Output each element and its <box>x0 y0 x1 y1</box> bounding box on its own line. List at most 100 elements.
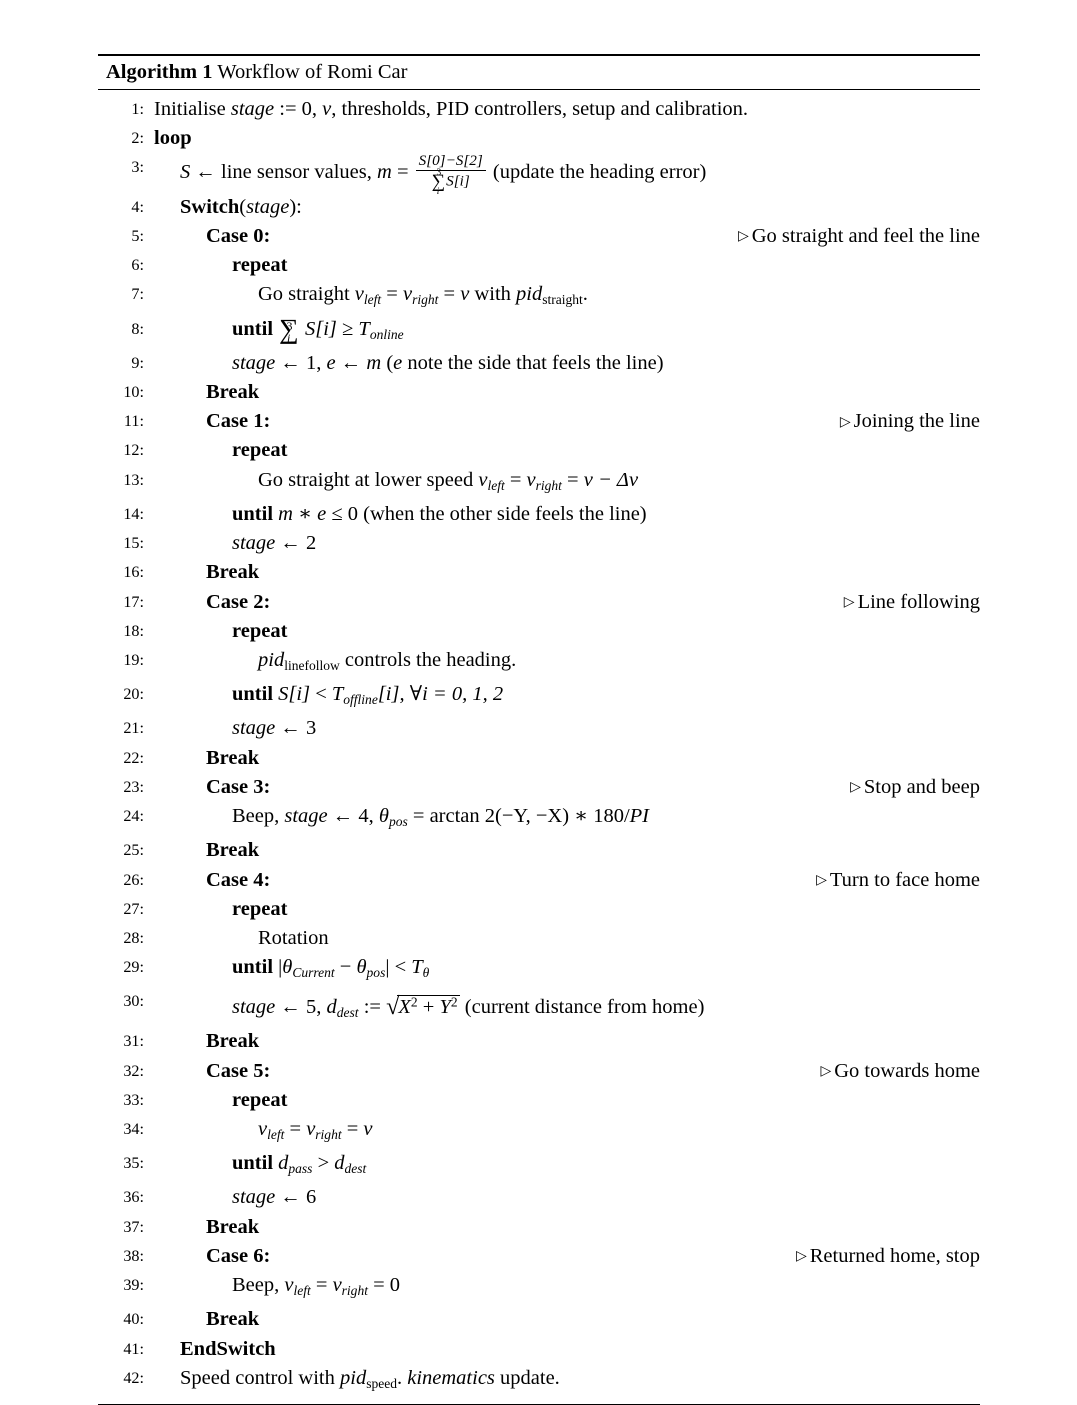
case-label-6: Case 6: <box>206 1244 271 1267</box>
line-content: Case 5: <box>154 1057 270 1086</box>
triangle-right-icon: ▷ <box>816 872 827 888</box>
line-content: Break <box>154 1027 259 1056</box>
algorithm-line-13: 13: Go straight at lower speed v left = v… <box>98 466 980 500</box>
algorithm-line-41: 41: EndSwitch <box>98 1335 980 1364</box>
line-content: repeat <box>154 895 287 924</box>
text-speed-control: Speed control with <box>180 1366 335 1389</box>
line-content: repeat <box>154 1086 287 1115</box>
text-go-straight: Go straight <box>258 283 350 306</box>
keyword-until: until <box>232 1152 274 1175</box>
line-number: 32: <box>123 1061 144 1080</box>
line-content: S ← line sensor values, m = S[0]−S[2] ∑ 3 i… <box>154 152 706 197</box>
line-content: until ∑ 3 i S[i] ≥ Tonline <box>154 315 404 349</box>
var-m: m <box>278 502 293 525</box>
pid-subscript: speed <box>366 1375 397 1391</box>
equals-op-2: = <box>567 468 579 491</box>
line-number: 14: <box>123 504 144 523</box>
line-number: 23: <box>123 777 144 796</box>
arrow-assign: ← 3 <box>280 717 317 740</box>
d-dest-subscript: dest <box>336 1005 359 1021</box>
comment-text: Returned home, stop <box>809 1244 980 1267</box>
text-beep: Beep, <box>232 805 280 828</box>
var-m: m <box>377 160 392 183</box>
keyword-break: Break <box>206 746 260 769</box>
line-content: Case 4: <box>154 866 270 895</box>
ge-op: ≥ <box>342 317 354 340</box>
line-content: until dpass > ddest <box>154 1149 366 1183</box>
T-subscript: online <box>369 326 404 342</box>
fraction-heading-error: S[0]−S[2] ∑ 3 i S[i] <box>415 152 486 197</box>
fraction-denominator: ∑ 3 i S[i] <box>416 168 486 197</box>
algorithm-line-23: 23: Case 3: ▷ Stop and beep <box>98 773 980 802</box>
var-v: v <box>363 1117 373 1140</box>
line-number: 18: <box>123 621 144 640</box>
line-content: repeat <box>154 251 287 280</box>
sum-body: S[i] <box>446 172 470 190</box>
algorithm-title-text: Workflow of Romi Car <box>217 61 408 83</box>
algorithm-line-40: 40: Break <box>98 1305 980 1334</box>
equals-op: = <box>396 160 409 183</box>
line-number: 22: <box>123 748 144 767</box>
line-content: Go straight at lower speed vleft = vrigh… <box>154 466 638 500</box>
line-number: 19: <box>123 650 144 669</box>
line-number: 7: <box>131 285 144 304</box>
arrow-assign-2: ← <box>340 351 362 374</box>
line-number: 24: <box>123 807 144 826</box>
algorithm-block: Algorithm 1 Workflow of Romi Car 1: Init… <box>98 54 980 1405</box>
text-note: (current distance from home) <box>464 996 705 1019</box>
keyword-switch: Switch <box>180 195 240 218</box>
algorithm-line-19: 19: pidlinefollow controls the heading. <box>98 646 980 680</box>
var-stage: stage <box>232 351 276 374</box>
algorithm-line-9: 9: stage ← 1, e ← m (e note the side tha… <box>98 349 980 378</box>
var-S: S <box>180 160 191 183</box>
text-with: with <box>474 283 511 306</box>
equals-op: = <box>386 283 398 306</box>
var-pid: pid <box>516 283 543 306</box>
sum-body: S[i] <box>305 317 337 340</box>
var-theta-pos: θ <box>356 956 367 979</box>
minus-op: − <box>339 956 352 979</box>
keyword-repeat: repeat <box>232 1088 288 1111</box>
equals-zero: = 0 <box>373 1274 401 1297</box>
algorithm-line-24: 24: Beep, stage ← 4, θpos = arctan 2(−Y,… <box>98 802 980 836</box>
var-X: X <box>398 996 411 1019</box>
text-sensor-values: line sensor values, <box>221 160 372 183</box>
line-number: 9: <box>131 353 144 372</box>
triangle-right-icon: ▷ <box>843 594 855 610</box>
assign-op: := 0, <box>279 97 318 120</box>
text-note: (when the other side feels the line) <box>363 502 647 525</box>
var-stage: stage <box>232 1186 276 1209</box>
arrow-assign: ← 4, <box>332 805 374 828</box>
line-content: Go straight vleft = vright = v with pids… <box>154 280 588 314</box>
switch-close: ): <box>289 195 302 218</box>
d-pass-subscript: pass <box>288 1161 313 1177</box>
line-number: 6: <box>131 256 144 275</box>
line-content: vleft = vright = v <box>154 1115 373 1149</box>
text-beep: Beep, <box>232 1274 280 1297</box>
arrow-icon: ← <box>195 160 216 183</box>
fraction-numerator: S[0]−S[2] <box>415 152 486 172</box>
gt-op: > <box>317 1152 330 1175</box>
keyword-until: until <box>232 956 274 979</box>
algorithm-line-33: 33: repeat <box>98 1086 980 1115</box>
var-d-pass: d <box>278 1152 289 1175</box>
comment-text: Go straight and feel the line <box>751 224 980 247</box>
algorithm-line-16: 16: Break <box>98 558 980 587</box>
line-content: Case 2: <box>154 588 270 617</box>
var-S-index: S[i] <box>278 683 311 706</box>
algorithm-line-8: 8: until ∑ 3 i S[i] ≥ Tonline <box>98 315 980 349</box>
equals-op: = <box>509 468 522 491</box>
sub-left: left <box>487 477 505 493</box>
text-rotation: Rotation <box>258 926 329 949</box>
keyword-repeat: repeat <box>232 254 288 277</box>
algorithm-line-39: 39: Beep, vleft = vright = 0 <box>98 1271 980 1305</box>
d-dest-subscript: dest <box>344 1161 367 1177</box>
pid-subscript: linefollow <box>284 658 340 673</box>
expr-v-minus-dv: v − Δv <box>583 468 639 491</box>
theta-subscript: pos <box>388 814 408 830</box>
T-subscript: offline <box>343 692 378 708</box>
keyword-loop: loop <box>154 126 192 149</box>
algorithm-line-42: 42: Speed control with pidspeed. kinemat… <box>98 1364 980 1398</box>
var-stage: stage <box>232 996 276 1019</box>
X-exponent: 2 <box>410 994 418 1010</box>
